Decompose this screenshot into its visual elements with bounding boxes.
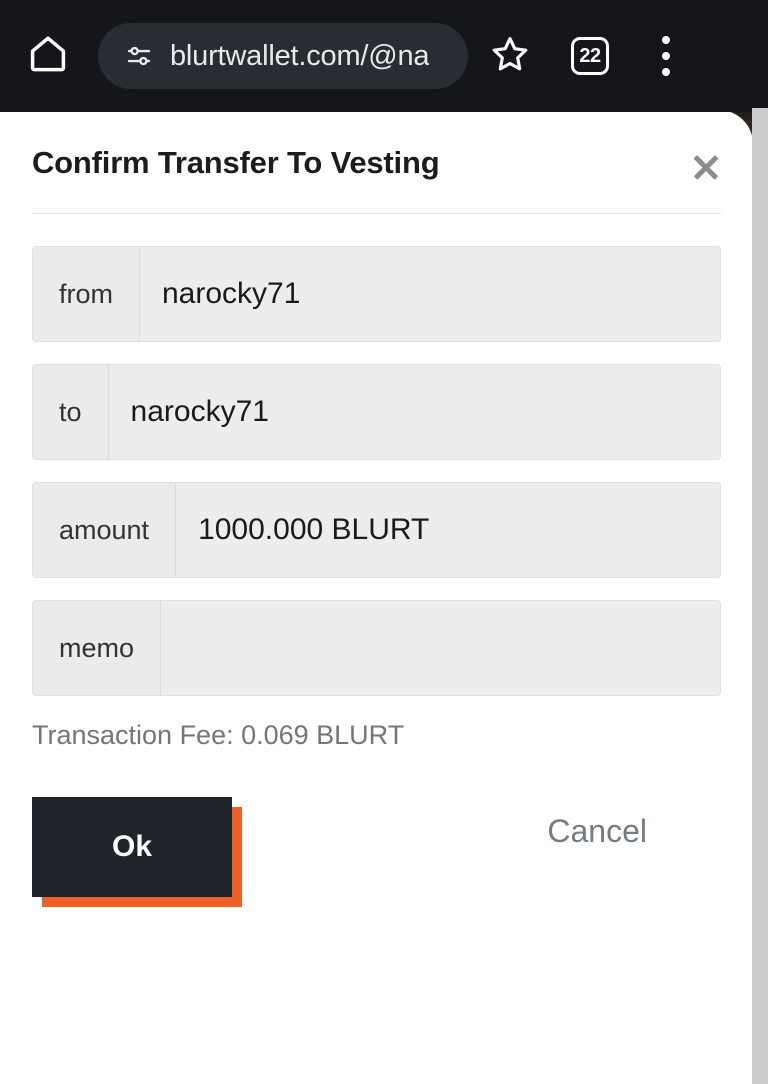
url-text: blurtwallet.com/@na (170, 41, 430, 71)
browser-menu-button[interactable] (636, 26, 696, 86)
cancel-button[interactable]: Cancel (547, 815, 647, 847)
home-icon (26, 32, 70, 81)
confirm-button[interactable]: Ok (32, 797, 232, 898)
field-value-amount: 1000.000 BLURT (176, 483, 720, 578)
confirm-button-wrap: Ok (32, 797, 242, 908)
field-label-to: to (33, 365, 109, 460)
app-window: blurtwallet.com/@na 22 Confirm Transfer … (0, 0, 768, 1084)
field-row-to: to narocky71 (32, 364, 721, 461)
bookmark-button[interactable] (480, 26, 540, 86)
overflow-menu-icon (662, 34, 670, 78)
close-icon (691, 152, 721, 182)
dialog-title: Confirm Transfer To Vesting (32, 145, 440, 180)
page-settings-icon (124, 41, 154, 71)
field-label-from: from (33, 247, 140, 342)
field-label-memo: memo (33, 601, 162, 696)
dialog-header: Confirm Transfer To Vesting (0, 110, 753, 181)
field-row-amount: amount 1000.000 BLURT (32, 482, 721, 579)
url-bar[interactable]: blurtwallet.com/@na (98, 23, 468, 89)
tab-count-icon: 22 (571, 37, 609, 75)
tab-switcher-button[interactable]: 22 (560, 26, 620, 86)
home-button[interactable] (20, 28, 76, 84)
field-label-amount: amount (33, 483, 177, 578)
tab-count-label: 22 (579, 45, 601, 67)
field-row-memo: memo (32, 600, 721, 697)
confirm-transfer-dialog: Confirm Transfer To Vesting from narocky… (0, 110, 753, 1084)
field-value-memo (161, 601, 720, 696)
close-dialog-button[interactable] (677, 138, 735, 196)
page-scrollbar[interactable] (752, 108, 768, 1084)
transaction-fee-text: Transaction Fee: 0.069 BLURT (32, 720, 405, 751)
field-value-to: narocky71 (108, 365, 720, 460)
dialog-actions: Ok Cancel (32, 797, 721, 917)
transfer-details-list: from narocky71 to narocky71 amount 1000.… (32, 246, 721, 697)
star-icon (488, 32, 532, 81)
header-divider (32, 213, 721, 215)
browser-toolbar: blurtwallet.com/@na 22 (0, 0, 768, 112)
field-row-from: from narocky71 (32, 246, 721, 343)
field-value-from: narocky71 (140, 247, 720, 342)
